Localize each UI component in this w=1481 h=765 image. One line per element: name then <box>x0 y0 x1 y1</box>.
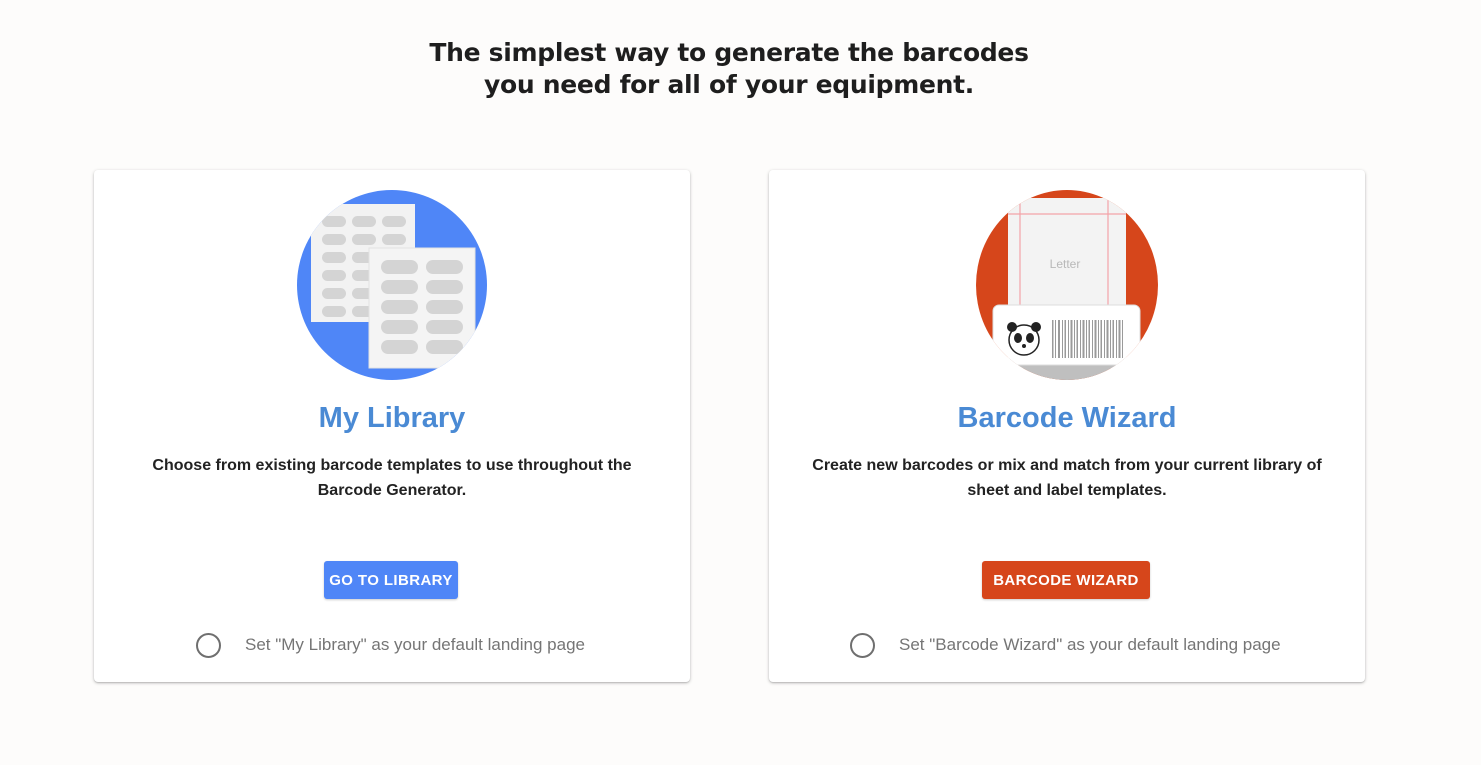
wizard-default-radio[interactable] <box>850 632 875 658</box>
my-library-card: My Library Choose from existing barcode … <box>94 170 690 682</box>
my-library-title: My Library <box>318 402 466 434</box>
my-library-description: Choose from existing barcode templates t… <box>152 457 632 499</box>
headline-line-1: The simplest way to generate the barcode… <box>429 38 1029 67</box>
panda-logo-icon <box>1007 322 1041 356</box>
label-sheets-icon <box>297 190 487 380</box>
library-default-radio[interactable] <box>196 632 221 658</box>
barcode-wizard-card: Letter Barcode Wizard Create new barcode… <box>769 170 1365 682</box>
page-headline: The simplest way to generate the barcode… <box>0 37 1458 101</box>
library-default-option[interactable]: Set "My Library" as your default landing… <box>196 631 585 659</box>
library-default-label: Set "My Library" as your default landing… <box>245 635 585 654</box>
go-to-library-button[interactable]: GO TO LIBRARY <box>324 561 458 599</box>
barcode-label-printer-icon: Letter <box>976 190 1158 380</box>
barcode-wizard-title: Barcode Wizard <box>957 402 1177 434</box>
wizard-default-label: Set "Barcode Wizard" as your default lan… <box>899 635 1281 654</box>
barcode-wizard-button[interactable]: BARCODE WIZARD <box>982 561 1150 599</box>
headline-line-2: you need for all of your equipment. <box>483 70 974 99</box>
barcode-wizard-description: Create new barcodes or mix and match fro… <box>812 457 1322 499</box>
wizard-default-option[interactable]: Set "Barcode Wizard" as your default lan… <box>850 631 1281 659</box>
letter-sheet-label: Letter <box>1050 257 1081 271</box>
